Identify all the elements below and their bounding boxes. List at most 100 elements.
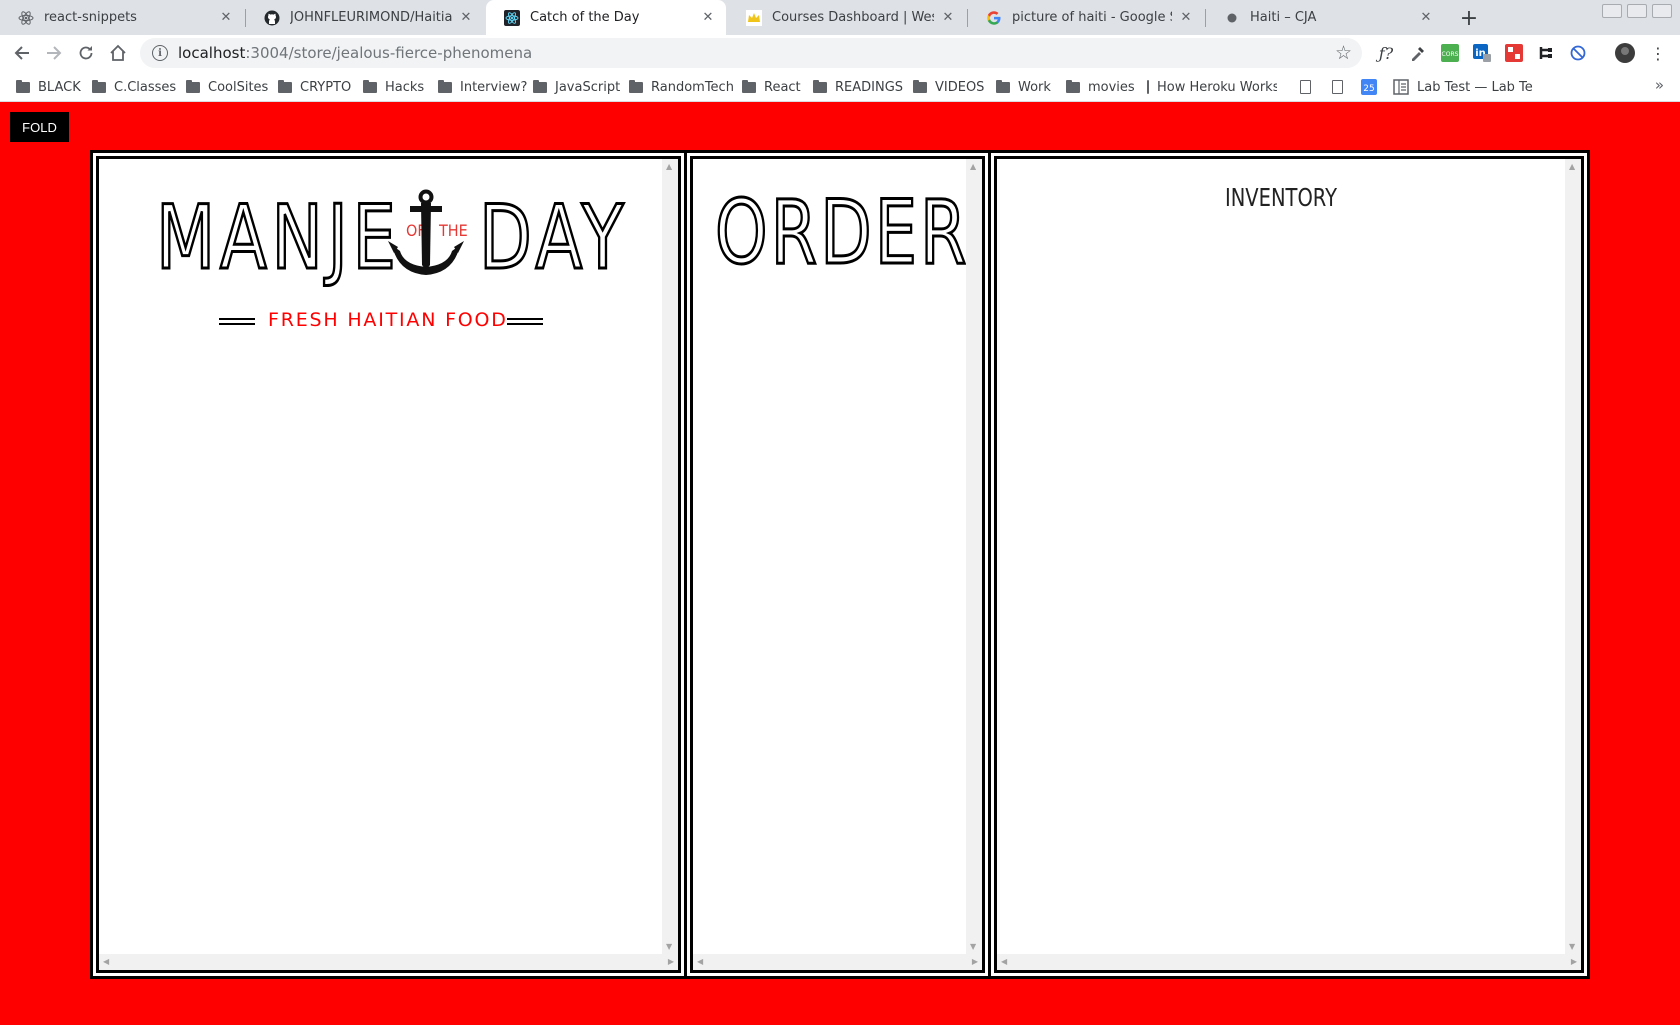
bookmarks-overflow-button[interactable]: » xyxy=(1655,76,1664,94)
close-icon[interactable]: ✕ xyxy=(1418,10,1434,26)
bookmark-readings[interactable]: READINGS xyxy=(813,77,903,97)
bookmark-interview[interactable]: Interview? xyxy=(438,77,527,97)
tagline-rule-right xyxy=(507,323,543,325)
home-button[interactable] xyxy=(104,39,132,67)
bookmark-coolsites[interactable]: CoolSites xyxy=(186,77,268,97)
close-icon[interactable]: ✕ xyxy=(458,10,474,26)
info-icon[interactable]: i xyxy=(152,45,168,61)
inventory-panel: INVENTORY ▲ ▼ ◀ ▶ xyxy=(991,153,1587,976)
scroll-down-icon[interactable]: ▼ xyxy=(970,943,976,951)
close-icon[interactable]: ✕ xyxy=(1178,10,1194,26)
google-icon xyxy=(986,10,1002,26)
scroll-right-icon[interactable]: ▶ xyxy=(668,958,674,966)
menu-dots-icon[interactable]: ⋮ xyxy=(1648,43,1668,63)
folder-icon xyxy=(813,79,827,93)
scroll-down-icon[interactable]: ▼ xyxy=(666,943,672,951)
tab-title: Courses Dashboard | Wes Bos xyxy=(772,10,934,25)
scroll-left-icon[interactable]: ◀ xyxy=(697,958,703,966)
scroll-right-icon[interactable]: ▶ xyxy=(1571,958,1577,966)
bookmark-star-icon[interactable]: ☆ xyxy=(1335,42,1352,64)
tab-google-search[interactable]: picture of haiti - Google Search ✕ xyxy=(968,0,1204,35)
bookmark-cclasses[interactable]: C.Classes xyxy=(92,77,176,97)
grid-extension-icon[interactable] xyxy=(1504,43,1524,63)
tab-title: picture of haiti - Google Search xyxy=(1012,10,1172,25)
github-icon xyxy=(264,10,280,26)
font-finder-icon[interactable]: ƒ? xyxy=(1376,43,1396,63)
folder-icon xyxy=(278,79,292,93)
bookmark-page-1[interactable] xyxy=(1300,77,1319,97)
folder-icon xyxy=(1066,79,1080,93)
bookmark-label: Interview? xyxy=(460,79,528,95)
restore-window-button[interactable] xyxy=(1627,4,1647,18)
bookmark-movies[interactable]: movies xyxy=(1066,77,1135,97)
minimize-window-button[interactable] xyxy=(1602,4,1622,18)
vertical-scrollbar[interactable]: ▲ ▼ xyxy=(1565,159,1581,954)
page-icon xyxy=(1332,80,1343,94)
back-button[interactable] xyxy=(8,39,36,67)
bookmark-randomtech[interactable]: RandomTech xyxy=(629,77,734,97)
bookmark-hacks[interactable]: Hacks xyxy=(363,77,424,97)
forward-button[interactable] xyxy=(40,39,68,67)
tab-catch-of-the-day[interactable]: Catch of the Day ✕ xyxy=(486,0,726,35)
bookmark-work[interactable]: Work xyxy=(996,77,1051,97)
page-icon xyxy=(1300,80,1311,94)
eyedropper-icon[interactable] xyxy=(1408,43,1428,63)
bookmark-calendar[interactable]: 25 xyxy=(1361,77,1377,97)
inventory-frame[interactable]: INVENTORY ▲ ▼ ◀ ▶ xyxy=(994,156,1584,973)
tab-haiti-cja[interactable]: Haiti – CJA ✕ xyxy=(1206,0,1444,35)
fold-button[interactable]: FOLD xyxy=(10,112,69,142)
horizontal-scrollbar[interactable]: ◀ ▶ xyxy=(99,954,678,970)
scroll-down-icon[interactable]: ▼ xyxy=(1569,943,1575,951)
close-icon[interactable]: ✕ xyxy=(700,10,716,26)
page-icon xyxy=(1147,80,1149,94)
folder-icon xyxy=(92,79,106,93)
url-path: :3004/store/jealous-fierce-phenomena xyxy=(245,44,533,62)
react-icon xyxy=(504,9,520,26)
vertical-scrollbar[interactable]: ▲ ▼ xyxy=(662,159,678,954)
scroll-up-icon[interactable]: ▲ xyxy=(666,163,672,171)
close-icon[interactable]: ✕ xyxy=(218,10,234,26)
scroll-right-icon[interactable]: ▶ xyxy=(972,958,978,966)
menu-frame[interactable]: MANJE OF THE DAY FRESH HAITIAN FOOD ▲ ▼ … xyxy=(96,156,681,973)
scroll-up-icon[interactable]: ▲ xyxy=(1569,163,1575,171)
bookmark-react[interactable]: React xyxy=(742,77,801,97)
tab-github[interactable]: JOHNFLEURIMOND/HaitianFood ✕ xyxy=(246,0,484,35)
bookmark-crypto[interactable]: CRYPTO xyxy=(278,77,351,97)
bookmark-page-2[interactable] xyxy=(1332,77,1351,97)
bookmark-lab-test[interactable]: Lab Test — Lab Test xyxy=(1393,77,1533,97)
tab-title: Haiti – CJA xyxy=(1250,10,1317,25)
bookmark-videos[interactable]: VIDEOS xyxy=(913,77,984,97)
tab-courses-dashboard[interactable]: Courses Dashboard | Wes Bos ✕ xyxy=(728,0,966,35)
url-host: localhost xyxy=(178,44,246,62)
bookmark-label: BLACK xyxy=(38,79,81,95)
address-bar[interactable]: i localhost:3004/store/jealous-fierce-ph… xyxy=(140,38,1362,68)
manje-of-the-day-logo: MANJE OF THE DAY FRESH HAITIAN FOOD xyxy=(155,189,625,331)
tree-extension-icon[interactable] xyxy=(1536,43,1556,63)
close-icon[interactable]: ✕ xyxy=(940,10,956,26)
linkedin-icon[interactable]: in xyxy=(1472,43,1492,63)
scroll-up-icon[interactable]: ▲ xyxy=(970,163,976,171)
bookmark-how-heroku-works[interactable]: How Heroku Works xyxy=(1147,77,1277,97)
tagline-rule-left xyxy=(219,318,255,320)
horizontal-scrollbar[interactable]: ◀ ▶ xyxy=(693,954,982,970)
scroll-left-icon[interactable]: ◀ xyxy=(1001,958,1007,966)
new-tab-button[interactable]: + xyxy=(1455,4,1483,32)
close-window-button[interactable] xyxy=(1652,4,1672,18)
browser-toolbar: i localhost:3004/store/jealous-fierce-ph… xyxy=(0,35,1680,71)
tagline-rule-right xyxy=(507,318,543,320)
bookmark-javascript[interactable]: JavaScript xyxy=(533,77,620,97)
block-icon[interactable] xyxy=(1568,43,1588,63)
scroll-left-icon[interactable]: ◀ xyxy=(103,958,109,966)
avatar[interactable] xyxy=(1615,43,1635,63)
cors-extension-icon[interactable]: CORS xyxy=(1440,43,1460,63)
reload-button[interactable] xyxy=(72,39,100,67)
bookmark-label: READINGS xyxy=(835,79,904,95)
vertical-scrollbar[interactable]: ▲ ▼ xyxy=(966,159,982,954)
bookmark-black[interactable]: BLACK xyxy=(16,77,81,97)
tab-react-snippets[interactable]: react-snippets ✕ xyxy=(0,0,244,35)
order-frame[interactable]: ORDER! ▲ ▼ ◀ ▶ xyxy=(690,156,985,973)
document-icon xyxy=(1393,79,1409,95)
bookmark-label: CoolSites xyxy=(208,79,269,95)
folder-icon xyxy=(16,79,30,93)
horizontal-scrollbar[interactable]: ◀ ▶ xyxy=(997,954,1581,970)
